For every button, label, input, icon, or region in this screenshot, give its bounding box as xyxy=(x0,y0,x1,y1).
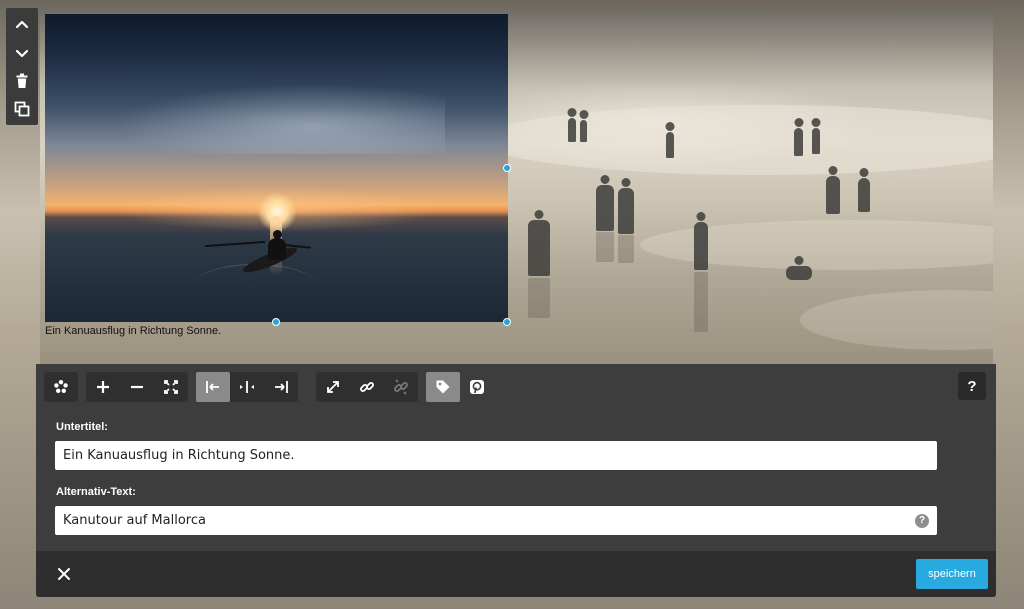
beach-person xyxy=(694,222,708,270)
resize-handle-corner[interactable] xyxy=(503,318,511,326)
subtitle-label: Untertitel: xyxy=(56,421,108,433)
beach-person xyxy=(528,220,550,276)
move-up-button[interactable] xyxy=(9,12,35,38)
alt-text-help-icon[interactable]: ? xyxy=(915,514,929,528)
link-icon xyxy=(360,382,374,392)
align-center-icon xyxy=(240,381,254,393)
beach-person xyxy=(596,185,614,231)
chevron-down-icon xyxy=(15,49,29,58)
person-reflection xyxy=(618,235,634,263)
pinterest-icon xyxy=(470,380,484,394)
zoom-in-icon xyxy=(97,381,109,393)
align-center-button[interactable] xyxy=(230,372,264,402)
tag-button[interactable] xyxy=(426,372,460,402)
close-icon xyxy=(58,568,70,580)
beach-person xyxy=(666,132,674,158)
beach-person xyxy=(812,128,820,154)
person-reflection xyxy=(528,278,550,318)
trash-icon xyxy=(16,73,28,88)
filter-button[interactable] xyxy=(44,372,78,402)
chevron-up-icon xyxy=(15,20,29,29)
fit-button[interactable] xyxy=(154,372,188,402)
surf-wave xyxy=(480,105,993,175)
beach-person xyxy=(580,120,587,142)
move-down-button[interactable] xyxy=(9,40,35,66)
surf-wave xyxy=(800,290,993,350)
toolbar-group-meta xyxy=(426,372,494,402)
toolbar-group-link xyxy=(316,372,418,402)
filter-effects-icon xyxy=(54,380,68,393)
tag-icon xyxy=(436,380,450,394)
zoom-in-button[interactable] xyxy=(86,372,120,402)
expand-icon xyxy=(327,381,339,393)
resize-handle-right[interactable] xyxy=(503,164,511,172)
expand-button[interactable] xyxy=(316,372,350,402)
zoom-out-button[interactable] xyxy=(120,372,154,402)
align-right-button[interactable] xyxy=(264,372,298,402)
beach-person xyxy=(568,118,576,142)
beach-person xyxy=(858,178,870,212)
unlink-button[interactable] xyxy=(384,372,418,402)
image-toolbar xyxy=(44,372,988,402)
person-reflection xyxy=(596,232,614,262)
subtitle-input[interactable]: Ein Kanuausflug in Richtung Sonne. xyxy=(55,441,937,470)
help-button[interactable]: ? xyxy=(958,372,986,400)
link-button[interactable] xyxy=(350,372,384,402)
close-button[interactable] xyxy=(54,564,74,584)
align-left-icon xyxy=(206,381,219,393)
fit-icon xyxy=(164,380,178,394)
unlink-icon xyxy=(394,379,408,395)
zoom-out-icon xyxy=(131,385,143,389)
toolbar-group-align xyxy=(196,372,298,402)
selected-image[interactable] xyxy=(45,14,508,322)
toolbar-group-zoom xyxy=(86,372,188,402)
beach-person xyxy=(618,188,634,234)
beach-person xyxy=(794,128,803,156)
duplicate-icon xyxy=(14,101,30,117)
resize-handle-bottom[interactable] xyxy=(272,318,280,326)
save-button[interactable]: speichern xyxy=(916,559,988,589)
toolbar-group-effects xyxy=(44,372,78,402)
photo-paddle xyxy=(205,240,265,248)
image-settings-panel: ? Untertitel: Ein Kanuausflug in Richtun… xyxy=(36,364,996,597)
block-side-toolbar xyxy=(6,8,38,125)
align-right-icon xyxy=(275,381,288,393)
alt-text-value: Kanutour auf Mallorca xyxy=(63,513,206,528)
alt-text-label: Alternativ-Text: xyxy=(56,486,136,498)
beach-dog xyxy=(786,266,812,280)
duplicate-button[interactable] xyxy=(9,96,35,122)
image-caption: Ein Kanuausflug in Richtung Sonne. xyxy=(45,325,222,337)
pinterest-button[interactable] xyxy=(460,372,494,402)
panel-footer: speichern xyxy=(36,551,996,597)
photo-kayaker xyxy=(268,230,286,260)
alt-text-input[interactable]: Kanutour auf Mallorca ? xyxy=(55,506,937,535)
surf-wave xyxy=(640,220,993,270)
beach-person xyxy=(826,176,840,214)
photo-cloud xyxy=(115,84,445,154)
align-left-button[interactable] xyxy=(196,372,230,402)
delete-button[interactable] xyxy=(9,68,35,94)
person-reflection xyxy=(694,272,708,332)
